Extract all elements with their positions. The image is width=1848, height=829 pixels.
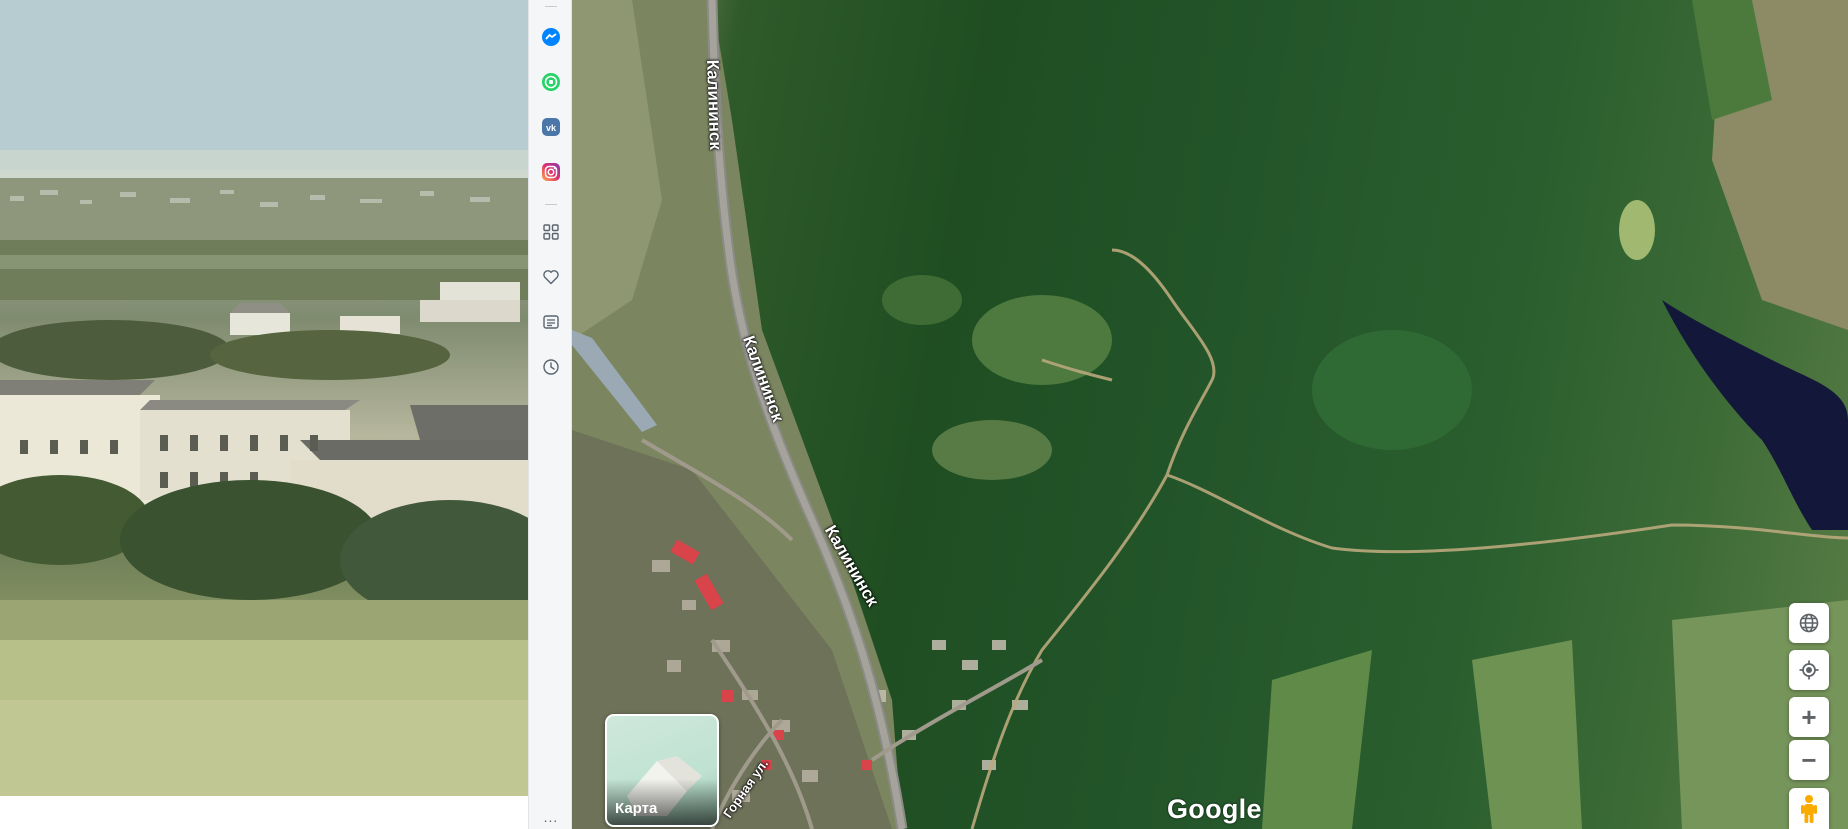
news-button[interactable] [539,310,563,334]
minus-icon: − [1801,745,1817,775]
map-type-toggle[interactable]: Карта [605,714,719,827]
whatsapp-button[interactable] [539,70,563,94]
road-label-kalininsk-1: Калининск [702,59,726,151]
more-options-button[interactable]: ... [539,810,563,824]
whatsapp-icon [542,73,560,91]
news-feed-icon [543,315,559,329]
globe-view-button[interactable] [1789,603,1829,643]
street-view-pegman-button[interactable] [1789,788,1829,829]
instagram-icon [542,163,560,181]
my-location-button[interactable] [1789,650,1829,690]
photo-scene [0,0,528,796]
favorites-button[interactable] [539,265,563,289]
google-logo: Google [1167,794,1262,824]
messenger-button[interactable] [539,25,563,49]
sidebar-separator [545,6,557,7]
browser-sidebar: vk ... [528,0,572,829]
pegman-icon [1801,794,1817,823]
plus-icon: + [1801,702,1817,732]
apps-grid-icon [543,224,559,240]
photo-bottom-strip [0,796,528,829]
minimap-label: Карта [615,800,658,817]
satellite-map[interactable]: Калининск Калининск Калининск Горная ул.… [572,0,1848,829]
globe-icon [1799,613,1819,633]
sidebar-separator [545,204,557,205]
heart-icon [543,270,559,285]
crosshair-location-icon [1799,660,1819,680]
history-button[interactable] [539,355,563,379]
historical-photo [0,0,528,796]
apps-button[interactable] [539,220,563,244]
messenger-icon [542,28,560,46]
zoom-out-button[interactable]: − [1789,740,1829,780]
instagram-button[interactable] [539,160,563,184]
vk-button[interactable]: vk [539,115,563,139]
svg-text:vk: vk [546,123,557,133]
zoom-in-button[interactable]: + [1789,697,1829,737]
map-imagery [572,0,1848,829]
history-clock-icon [543,359,559,375]
vk-icon: vk [542,118,560,136]
